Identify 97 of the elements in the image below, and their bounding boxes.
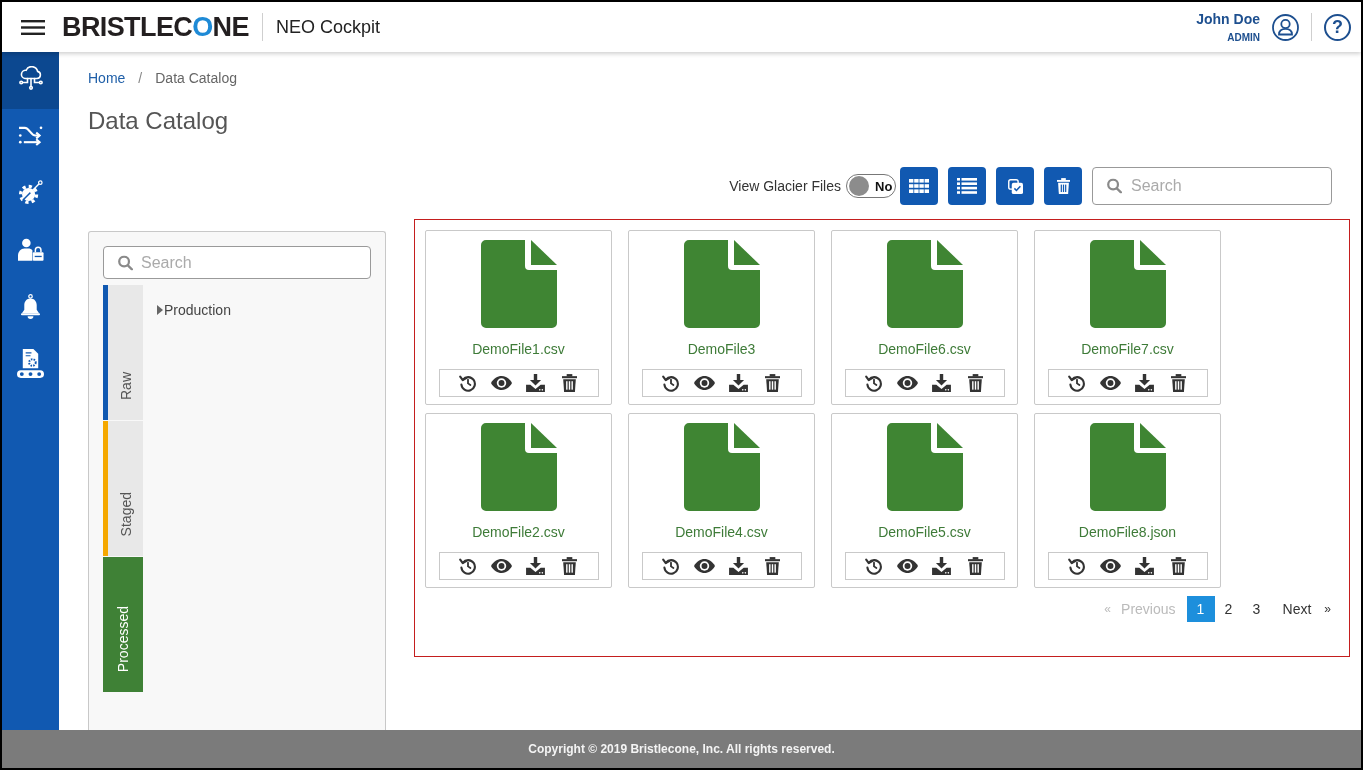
history-icon (661, 557, 680, 575)
eye-icon (694, 376, 715, 390)
trash-icon (765, 374, 780, 392)
bell-icon (20, 293, 41, 319)
glacier-files-label: View Glacier Files (729, 176, 841, 196)
grid-view-button[interactable] (900, 167, 938, 205)
history-icon (1067, 557, 1086, 575)
page-button[interactable]: 2 (1214, 596, 1243, 622)
download-button[interactable] (1132, 555, 1157, 577)
eye-icon (1100, 376, 1121, 390)
history-icon (458, 557, 477, 575)
download-button[interactable] (523, 372, 548, 394)
file-name: DemoFile6.csv (878, 340, 971, 359)
brand-logo: BRISTLECONE (62, 11, 249, 43)
user-avatar-icon (1272, 13, 1299, 41)
page-title: Data Catalog (88, 106, 230, 136)
page-button[interactable]: 3 (1242, 596, 1271, 622)
trash-icon (968, 557, 983, 575)
search-icon (118, 255, 133, 270)
file-icon (480, 240, 557, 328)
history-icon (661, 374, 680, 392)
trash-icon (1056, 178, 1070, 194)
list-view-button[interactable] (948, 167, 986, 205)
zone-tab[interactable]: Staged (103, 421, 143, 556)
eye-icon (491, 559, 512, 573)
download-button[interactable] (1132, 372, 1157, 394)
user-lock-icon (17, 237, 44, 261)
download-button[interactable] (523, 555, 548, 577)
download-button[interactable] (726, 555, 751, 577)
delete-button[interactable] (1044, 167, 1082, 205)
download-button[interactable] (726, 372, 751, 394)
file-icon (480, 423, 557, 511)
file-name: DemoFile7.csv (1081, 340, 1174, 359)
eye-icon (897, 559, 918, 573)
file-name: DemoFile2.csv (472, 523, 565, 542)
trash-icon (562, 557, 577, 575)
copyright-text: Copyright © 2019 Bristlecone, Inc. All rights reserved. (528, 741, 835, 758)
document-conveyor-icon (17, 348, 44, 378)
profile-button[interactable] (1272, 13, 1299, 41)
download-button[interactable] (929, 555, 954, 577)
search-icon (1107, 178, 1122, 194)
file-icon (1089, 240, 1166, 328)
history-icon (864, 557, 883, 575)
copy-check-icon (1007, 178, 1023, 194)
menu-icon (21, 19, 45, 35)
eye-icon (491, 376, 512, 390)
gear-pen-icon (18, 179, 43, 205)
file-icon (886, 423, 963, 511)
download-icon (932, 557, 951, 575)
user-role: ADMIN (1227, 32, 1260, 44)
file-name: DemoFile3 (687, 340, 756, 359)
grid-icon (909, 179, 929, 193)
eye-icon (1100, 559, 1121, 573)
sidebar-nav-item[interactable] (2, 52, 59, 109)
file-icon (683, 240, 760, 328)
download-icon (1135, 557, 1154, 575)
zone-tab[interactable]: Raw (103, 285, 143, 420)
next-button[interactable]: Next » (1279, 596, 1334, 622)
file-icon (683, 423, 760, 511)
download-icon (526, 374, 545, 392)
app-name: NEO Cockpit (275, 15, 380, 39)
shuffle-arrows-icon (18, 124, 43, 146)
trash-icon (562, 374, 577, 392)
copy-check-button[interactable] (996, 167, 1034, 205)
history-icon (1067, 374, 1086, 392)
history-icon (864, 374, 883, 392)
user-name: John Doe (1196, 10, 1260, 28)
history-icon (458, 374, 477, 392)
trash-icon (765, 557, 780, 575)
eye-icon (897, 376, 918, 390)
glacier-toggle[interactable]: No (846, 174, 896, 198)
trash-icon (1171, 374, 1186, 392)
cloud-network-icon (17, 66, 44, 90)
list-icon (957, 178, 977, 194)
search-field[interactable]: Search (1092, 167, 1332, 205)
download-button[interactable] (929, 372, 954, 394)
file-name: DemoFile1.csv (472, 340, 565, 359)
tree-node[interactable]: Production (157, 300, 231, 320)
file-name: DemoFile4.csv (675, 523, 768, 542)
breadcrumb-separator: / (138, 68, 143, 88)
file-name: DemoFile8.json (1078, 523, 1177, 542)
trash-icon (1171, 557, 1186, 575)
file-name: DemoFile5.csv (878, 523, 971, 542)
help-button[interactable]: ? (1324, 13, 1351, 41)
zone-tab[interactable]: Processed (103, 557, 143, 692)
download-icon (932, 374, 951, 392)
trash-icon (968, 374, 983, 392)
download-icon (526, 557, 545, 575)
eye-icon (694, 559, 715, 573)
file-icon (886, 240, 963, 328)
breadcrumb-link[interactable]: Home (88, 67, 126, 89)
file-icon (1089, 423, 1166, 511)
breadcrumb-current: Data Catalog (155, 68, 237, 88)
search-field[interactable]: Search (103, 246, 371, 279)
download-icon (729, 557, 748, 575)
download-icon (1135, 374, 1154, 392)
download-icon (729, 374, 748, 392)
